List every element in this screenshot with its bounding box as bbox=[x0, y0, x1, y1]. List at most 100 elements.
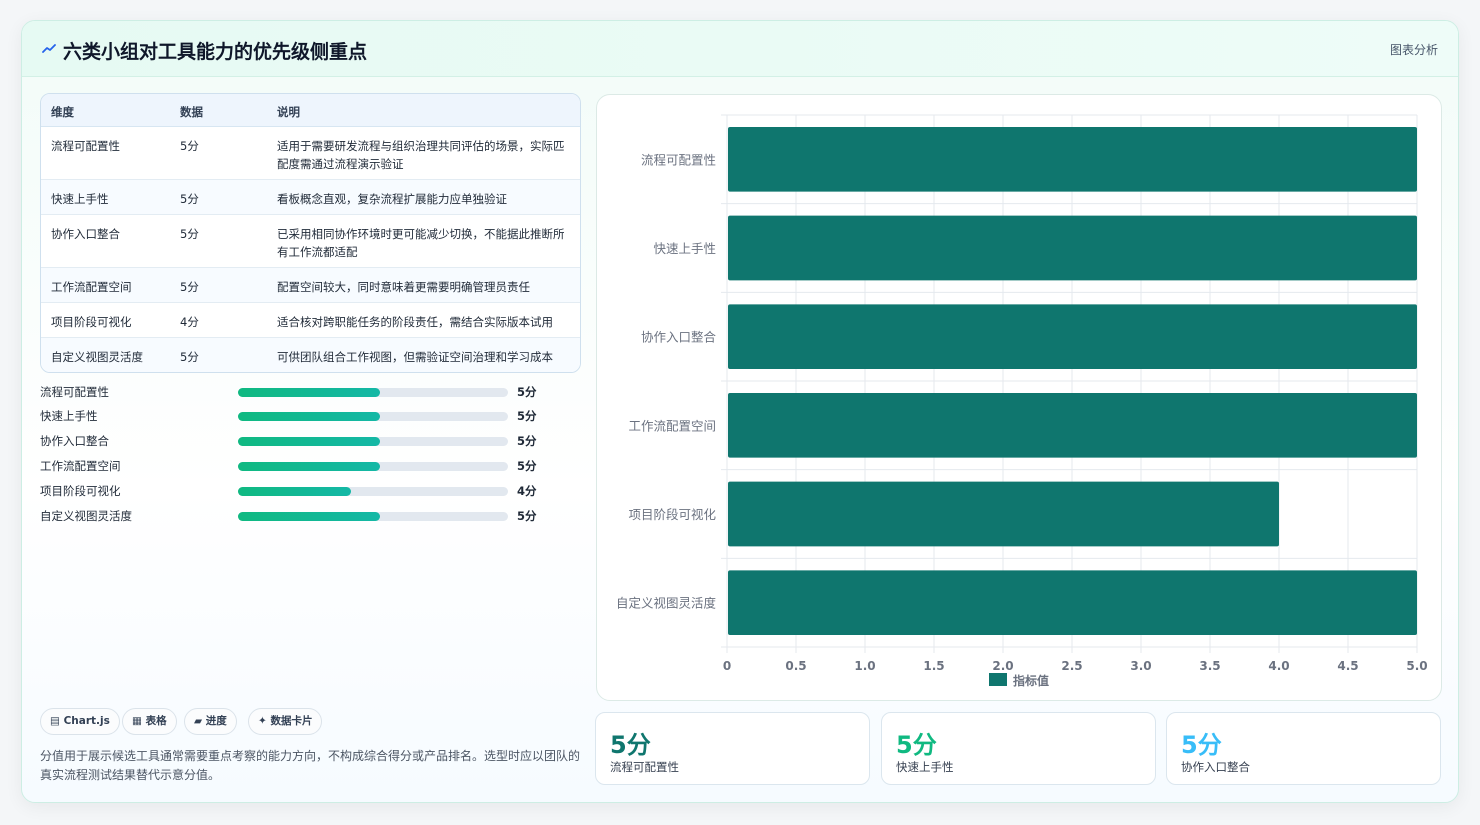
row-value: 4分 bbox=[180, 315, 199, 329]
row-dimension: 协作入口整合 bbox=[51, 227, 120, 241]
tag-data-card[interactable]: ✦ 数据卡片 bbox=[248, 708, 323, 735]
x-tick-label: 4.5 bbox=[1337, 659, 1358, 673]
row-description: 可供团队组合工作视图，但需验证空间治理和学习成本 bbox=[277, 350, 553, 364]
kpi-label: 流程可配置性 bbox=[610, 760, 679, 774]
progress-value: 5分 bbox=[517, 459, 537, 473]
progress-fill bbox=[238, 412, 380, 421]
column-header-description: 说明 bbox=[277, 105, 300, 119]
progress-label: 自定义视图灵活度 bbox=[40, 509, 132, 523]
row-value: 5分 bbox=[180, 280, 199, 294]
bar bbox=[728, 481, 1279, 547]
kpi-card: 5分 流程可配置性 bbox=[595, 712, 870, 785]
x-tick-label: 0 bbox=[723, 659, 731, 673]
bar bbox=[728, 127, 1417, 192]
kpi-card: 5分 协作入口整合 bbox=[1166, 712, 1441, 785]
progress-fill bbox=[238, 388, 380, 397]
progress-row: 流程可配置性 5分 bbox=[40, 382, 560, 402]
tag-label: Chart.js bbox=[63, 715, 110, 727]
x-tick-label: 5.0 bbox=[1406, 659, 1427, 673]
bar bbox=[728, 215, 1417, 281]
kpi-value: 5分 bbox=[1181, 731, 1222, 759]
progress-fill bbox=[238, 512, 380, 521]
progress-row: 快速上手性 5分 bbox=[40, 406, 560, 426]
bar bbox=[728, 393, 1417, 458]
table-row: 工作流配置空间 5分 配置空间较大，同时意味着更需要明确管理员责任 bbox=[41, 268, 580, 303]
x-tick-label: 3.0 bbox=[1130, 659, 1151, 673]
x-tick-label: 4.0 bbox=[1268, 659, 1289, 673]
row-description: 看板概念直观，复杂流程扩展能力应单独验证 bbox=[277, 192, 507, 206]
progress-row: 工作流配置空间 5分 bbox=[40, 456, 560, 476]
progress-label: 工作流配置空间 bbox=[40, 459, 121, 473]
legend-swatch bbox=[989, 673, 1007, 686]
progress-fill bbox=[238, 437, 380, 446]
chart-icon: ▤ bbox=[50, 715, 60, 727]
kpi-value: 5分 bbox=[610, 731, 651, 759]
kpi-card: 5分 快速上手性 bbox=[881, 712, 1156, 785]
y-category-label: 协作入口整合 bbox=[641, 330, 717, 345]
progress-track bbox=[238, 487, 508, 496]
progress-fill bbox=[238, 487, 352, 496]
row-description: 适用于需要研发流程与组织治理共同评估的场景，实际匹配度需通过流程演示验证 bbox=[277, 139, 565, 171]
progress-fill bbox=[238, 462, 380, 471]
progress-row: 自定义视图灵活度 5分 bbox=[40, 506, 560, 526]
tag-label: 数据卡片 bbox=[270, 715, 313, 727]
row-dimension: 项目阶段可视化 bbox=[51, 315, 132, 329]
row-value: 5分 bbox=[180, 227, 199, 241]
dashboard-card: 六类小组对工具能力的优先级侧重点 图表分析 维度 数据 说明 流程可配置性 5分… bbox=[21, 20, 1459, 803]
kpi-value: 5分 bbox=[896, 731, 937, 759]
row-value: 5分 bbox=[180, 139, 199, 153]
x-tick-label: 3.5 bbox=[1199, 659, 1220, 673]
row-value: 5分 bbox=[180, 350, 199, 364]
bar-chart: 0 0.5 1.0 1.5 2.0 2.5 3.0 3.5 4.0 4.5 5.0 流程可配置性快速上… bbox=[616, 114, 1428, 688]
progress-track bbox=[238, 388, 508, 397]
chart-analysis-link[interactable]: 图表分析 bbox=[1390, 41, 1438, 58]
progress-label: 协作入口整合 bbox=[40, 434, 109, 448]
x-tick-label: 0.5 bbox=[785, 659, 806, 673]
data-table: 维度 数据 说明 流程可配置性 5分 适用于需要研发流程与组织治理共同评估的场景… bbox=[40, 93, 581, 373]
progress-track bbox=[238, 462, 508, 471]
table-row: 项目阶段可视化 4分 适合核对跨职能任务的阶段责任，需结合实际版本试用 bbox=[41, 303, 580, 338]
progress-value: 5分 bbox=[517, 409, 537, 423]
table-row: 协作入口整合 5分 已采用相同协作环境时更可能减少切换，不能据此推断所有工作流都… bbox=[41, 215, 580, 268]
bar-chart-panel: 0 0.5 1.0 1.5 2.0 2.5 3.0 3.5 4.0 4.5 5.0 流程可配置性 快速上… bbox=[596, 94, 1442, 701]
page-title: 六类小组对工具能力的优先级侧重点 bbox=[63, 41, 368, 63]
progress-track bbox=[238, 412, 508, 421]
table-icon: ▦ bbox=[132, 715, 142, 727]
row-description: 适合核对跨职能任务的阶段责任，需结合实际版本试用 bbox=[277, 315, 553, 329]
table-row: 流程可配置性 5分 适用于需要研发流程与组织治理共同评估的场景，实际匹配度需通过… bbox=[41, 127, 580, 180]
progress-value: 5分 bbox=[517, 385, 537, 399]
progress-value: 4分 bbox=[517, 484, 537, 498]
y-category-label: 项目阶段可视化 bbox=[628, 507, 716, 522]
progress-track bbox=[238, 512, 508, 521]
row-description: 已采用相同协作环境时更可能减少切换，不能据此推断所有工作流都适配 bbox=[277, 227, 565, 259]
progress-icon: ▰ bbox=[194, 715, 203, 727]
kpi-label: 协作入口整合 bbox=[1181, 760, 1250, 774]
tag-table[interactable]: ▦ 表格 bbox=[122, 708, 177, 735]
progress-label: 快速上手性 bbox=[40, 409, 98, 423]
progress-row: 协作入口整合 5分 bbox=[40, 431, 560, 451]
progress-label: 流程可配置性 bbox=[40, 385, 109, 399]
bar bbox=[728, 570, 1417, 635]
table-row: 自定义视图灵活度 5分 可供团队组合工作视图，但需验证空间治理和学习成本 bbox=[41, 338, 580, 372]
table-header: 维度 数据 说明 bbox=[41, 94, 580, 127]
x-tick-label: 2.0 bbox=[992, 659, 1013, 673]
x-tick-label: 1.0 bbox=[854, 659, 875, 673]
row-value: 5分 bbox=[180, 192, 199, 206]
progress-value: 5分 bbox=[517, 509, 537, 523]
table-row: 快速上手性 5分 看板概念直观，复杂流程扩展能力应单独验证 bbox=[41, 180, 580, 215]
y-category-label: 快速上手性 bbox=[653, 241, 716, 256]
x-tick-label: 2.5 bbox=[1061, 659, 1082, 673]
tag-progress[interactable]: ▰ 进度 bbox=[184, 708, 237, 735]
x-tick-label: 1.5 bbox=[923, 659, 944, 673]
tag-label: 表格 bbox=[145, 715, 167, 727]
trend-icon bbox=[42, 44, 56, 53]
legend-label: 指标值 bbox=[1013, 673, 1049, 688]
row-dimension: 自定义视图灵活度 bbox=[51, 350, 143, 364]
progress-label: 项目阶段可视化 bbox=[40, 484, 121, 498]
bar bbox=[728, 304, 1417, 369]
progress-row: 项目阶段可视化 4分 bbox=[40, 481, 560, 501]
column-header-data: 数据 bbox=[180, 105, 203, 119]
y-category-label: 工作流配置空间 bbox=[628, 418, 716, 433]
tag-chartjs[interactable]: ▤ Chart.js bbox=[40, 708, 120, 735]
kpi-label: 快速上手性 bbox=[896, 760, 954, 774]
